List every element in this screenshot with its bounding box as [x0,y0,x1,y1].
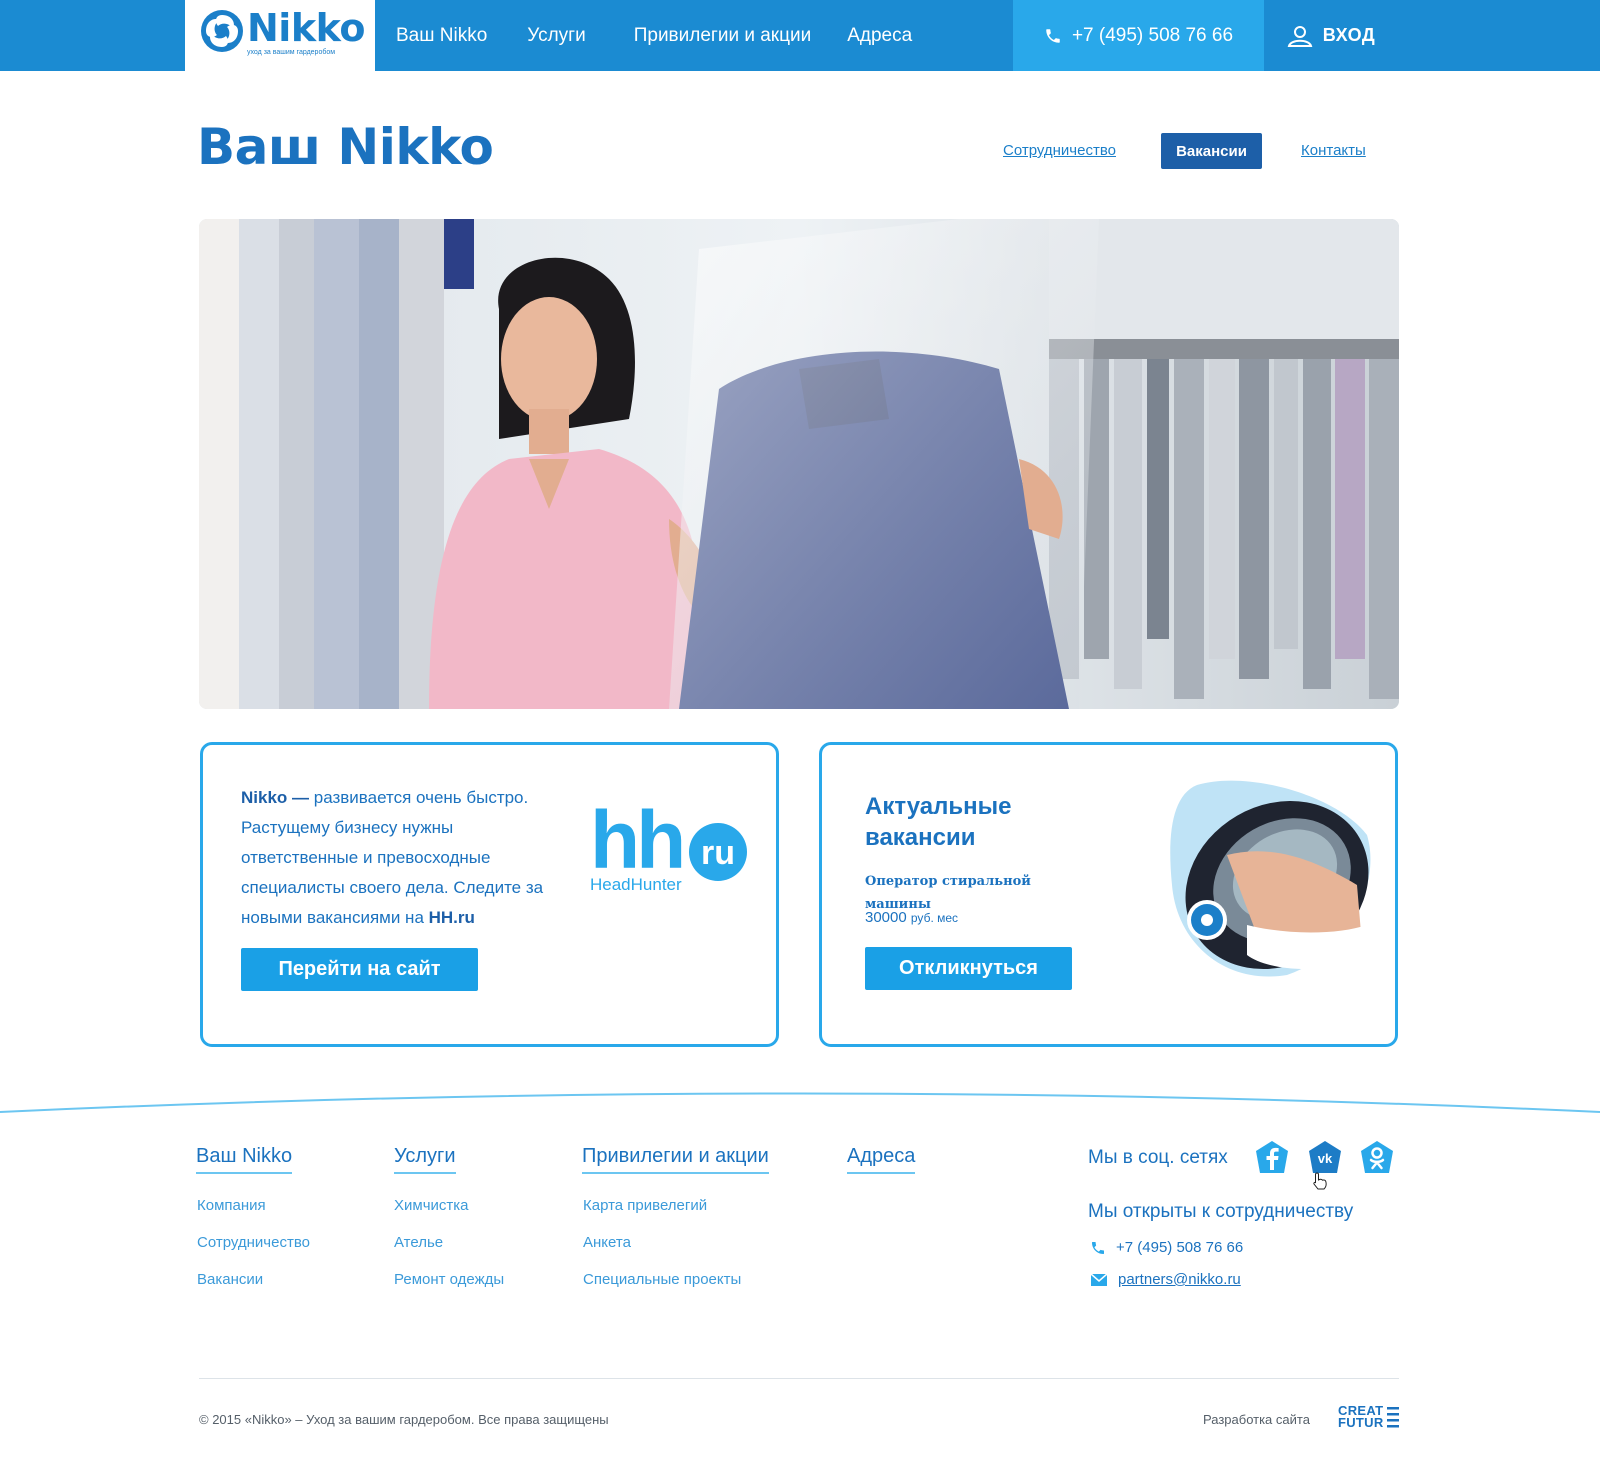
header-phone[interactable]: +7 (495) 508 76 66 [1013,0,1264,71]
subnav-cooperation[interactable]: Сотрудничество [1003,142,1116,159]
developer-logo-line-2: FUTUR [1338,1415,1384,1430]
developer-logo[interactable]: CREAT FUTUR [1338,1404,1384,1430]
hand-cursor-icon [1313,1172,1327,1190]
logo[interactable]: Nikko уход за вашим гардеробом [185,0,375,71]
mail-icon [1090,1272,1108,1286]
footer-email-link[interactable]: partners@nikko.ru [1118,1271,1241,1288]
facebook-icon[interactable] [1254,1139,1290,1177]
headhunter-logo-graphic: hh ru HeadHunter [590,795,747,894]
footer-link-repair[interactable]: Ремонт одежды [394,1271,504,1288]
footer-link-special-projects[interactable]: Специальные проекты [583,1271,741,1288]
footer-link-privilege-card[interactable]: Карта привелегий [583,1197,707,1214]
social-title: Мы в соц. сетях [1088,1147,1228,1168]
user-icon [1287,25,1313,47]
page-title: Ваш Nikko [197,118,494,176]
footer-col-title-adresa[interactable]: Адреса [847,1145,916,1174]
headhunter-card-brand: Nikko — [241,788,310,807]
hero-photo-illustration [199,219,1399,709]
footer-link-cooperation[interactable]: Сотрудничество [197,1234,310,1251]
footer-link-questionnaire[interactable]: Анкета [583,1234,631,1251]
footer-col-title-privilegii[interactable]: Привилегии и акции [582,1145,769,1174]
logo-text: Nikko [247,6,365,50]
odnoklassniki-icon[interactable] [1359,1139,1395,1177]
svg-text:vk: vk [1318,1151,1333,1166]
footer-link-drycleaning[interactable]: Химчистка [394,1197,469,1214]
login-label: ВХОД [1322,25,1376,45]
copyright: © 2015 «Nikko» – Уход за вашим гардеробо… [199,1412,609,1427]
hero-image [199,219,1399,709]
top-navigation-bar: Nikko уход за вашим гардеробом Ваш Nikko… [0,0,1600,71]
footer-divider-curve [0,1092,1600,1113]
headhunter-logo[interactable]: hh ru HeadHunter [590,795,750,900]
vacancies-title: Актуальные вакансии [865,793,1012,851]
phone-icon [1092,1241,1104,1254]
login-button[interactable]: ВХОД [1264,0,1398,71]
vacancy-salary-value: 30000 [865,909,907,926]
headhunter-logo-caption: HeadHunter [590,875,682,894]
footer-bottom-divider [199,1378,1399,1379]
phone-icon [1046,28,1060,43]
header-phone-text: +7 (495) 508 76 66 [1071,24,1234,46]
nav-item-uslugi[interactable]: Услуги [527,25,585,47]
vacancies-card: Актуальные вакансии Оператор стиральной … [819,742,1398,1047]
vacancy-salary: 30000 руб. мес [865,909,958,926]
nav-item-adresa[interactable]: Адреса [847,25,912,47]
main-nav: Ваш Nikko Услуги Привилегии и акции Адре… [396,0,952,71]
nav-item-vash-nikko[interactable]: Ваш Nikko [396,25,487,47]
logo-swirl-icon [201,10,243,52]
cooperation-title: Мы открыты к сотрудничеству [1088,1201,1354,1222]
footer-email[interactable]: partners@nikko.ru [1090,1271,1241,1288]
footer-col-title-uslugi[interactable]: Услуги [394,1145,456,1174]
headhunter-logo-main: hh [590,800,682,886]
headhunter-card: Nikko — развивается очень быстро. Растущ… [200,742,779,1047]
nav-item-privilegii[interactable]: Привилегии и акции [634,25,812,47]
headhunter-card-body: развивается очень быстро. Растущему бизн… [241,788,544,927]
footer-col-title-vash-nikko[interactable]: Ваш Nikko [196,1145,293,1174]
footer-link-vacancies[interactable]: Вакансии [197,1271,263,1288]
subnav-contacts[interactable]: Контакты [1301,142,1366,159]
headhunter-card-link[interactable]: HH.ru [429,908,475,927]
developer-label: Разработка сайта [1203,1412,1310,1427]
footer-link-atelier[interactable]: Ателье [394,1234,443,1251]
vacancy-salary-unit: руб. мес [910,911,959,925]
developer-logo-lines-icon [1387,1407,1399,1428]
go-to-site-button[interactable]: Перейти на сайт [241,948,478,991]
logo-tagline: уход за вашим гардеробом [247,49,336,56]
subnav-vacancies-active[interactable]: Вакансии [1161,133,1262,169]
apply-button[interactable]: Откликнуться [865,947,1072,990]
headhunter-logo-badge: ru [701,834,735,872]
washing-machine-illustration [1170,780,1371,977]
footer-phone-text: +7 (495) 508 76 66 [1116,1239,1244,1256]
headhunter-card-text: Nikko — развивается очень быстро. Растущ… [241,783,561,933]
footer-link-company[interactable]: Компания [197,1197,266,1214]
footer-phone[interactable]: +7 (495) 508 76 66 [1090,1239,1243,1256]
